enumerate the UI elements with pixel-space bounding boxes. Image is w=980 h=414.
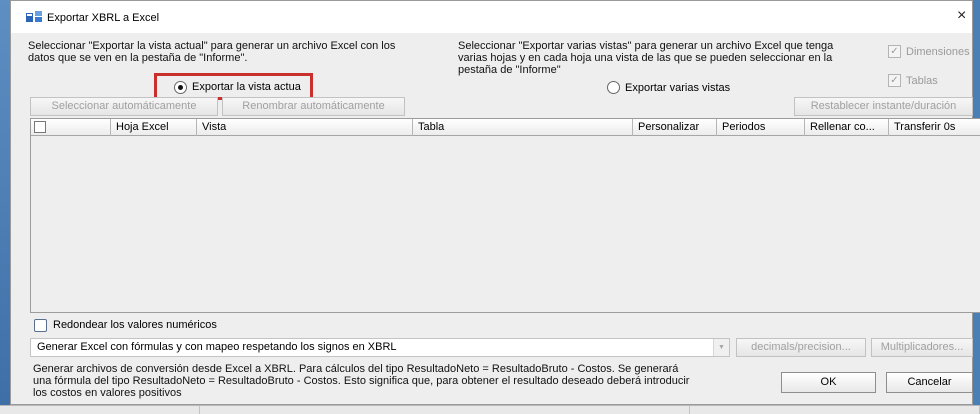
column-header-personalizar[interactable]: Personalizar	[633, 119, 717, 136]
views-table[interactable]: Hoja Excel Vista Tabla Personalizar Peri…	[30, 118, 980, 313]
window-frame-left	[0, 0, 10, 414]
export-mode-select[interactable]: Generar Excel con fórmulas y con mapeo r…	[30, 338, 730, 357]
info-text-line1: Generar archivos de conversión desde Exc…	[33, 363, 679, 375]
decimals-precision-button[interactable]: decimals/precision...	[736, 338, 866, 357]
dialog-title: Exportar XBRL a Excel	[47, 12, 160, 24]
export-current-view-label[interactable]: Exportar la vista actua	[192, 81, 301, 93]
background-window-strip	[0, 405, 980, 414]
column-header-periodos[interactable]: Periodos	[717, 119, 805, 136]
chevron-down-icon[interactable]: ▼	[713, 339, 729, 356]
export-multiple-views-radio[interactable]	[607, 81, 620, 94]
select-all-column[interactable]	[31, 119, 111, 136]
column-header-hoja-excel[interactable]: Hoja Excel	[111, 119, 197, 136]
export-multiple-views-description-line3: pestaña de "Informe"	[458, 64, 561, 76]
info-text-line2: una fórmula del tipo ResultadoNeto = Res…	[33, 375, 690, 387]
multipliers-button[interactable]: Multiplicadores...	[871, 338, 973, 357]
round-values-checkbox[interactable]	[34, 319, 47, 332]
close-icon[interactable]: ×	[957, 8, 966, 24]
export-multiple-views-description-line2: varias hojas y en cada hoja una vista de…	[458, 52, 833, 64]
export-current-view-description-line2: datos que se ven en la pestaña de "Infor…	[28, 52, 248, 64]
ok-button[interactable]: OK	[781, 372, 876, 393]
table-header: Hoja Excel Vista Tabla Personalizar Peri…	[31, 119, 980, 136]
dimensiones-label: Dimensiones	[906, 46, 970, 58]
column-header-tabla[interactable]: Tabla	[413, 119, 633, 136]
dimensiones-checkbox[interactable]: ✓	[888, 45, 901, 58]
export-current-view-description-line1: Seleccionar "Exportar la vista actual" p…	[28, 40, 396, 52]
export-xbrl-dialog: Exportar XBRL a Excel × Seleccionar "Exp…	[10, 0, 980, 405]
export-current-view-radio[interactable]	[174, 81, 187, 94]
title-bar[interactable]: Exportar XBRL a Excel ×	[11, 1, 972, 33]
export-multiple-views-description-line1: Seleccionar "Exportar varias vistas" par…	[458, 40, 834, 52]
export-multiple-views-label[interactable]: Exportar varias vistas	[625, 82, 730, 94]
select-automatically-button[interactable]: Seleccionar automáticamente	[30, 97, 218, 116]
round-values-label[interactable]: Redondear los valores numéricos	[53, 319, 217, 331]
reset-instant-duration-button[interactable]: Restablecer instante/duración	[794, 97, 973, 116]
background-cell	[200, 406, 690, 414]
info-text-line3: los costos en valores positivos	[33, 387, 182, 399]
export-mode-value: Generar Excel con fórmulas y con mapeo r…	[37, 341, 397, 353]
background-cell	[690, 406, 980, 414]
column-header-rellenar[interactable]: Rellenar co...	[805, 119, 889, 136]
tablas-label: Tablas	[906, 75, 938, 87]
rename-automatically-button[interactable]: Renombrar automáticamente	[222, 97, 405, 116]
tablas-checkbox[interactable]: ✓	[888, 74, 901, 87]
column-header-transferir[interactable]: Transferir 0s	[889, 119, 980, 136]
column-header-vista[interactable]: Vista	[197, 119, 413, 136]
xbrl-app-icon	[26, 11, 42, 22]
cancel-button[interactable]: Cancelar	[886, 372, 973, 393]
background-cell	[0, 406, 200, 414]
select-all-checkbox[interactable]	[34, 121, 46, 133]
